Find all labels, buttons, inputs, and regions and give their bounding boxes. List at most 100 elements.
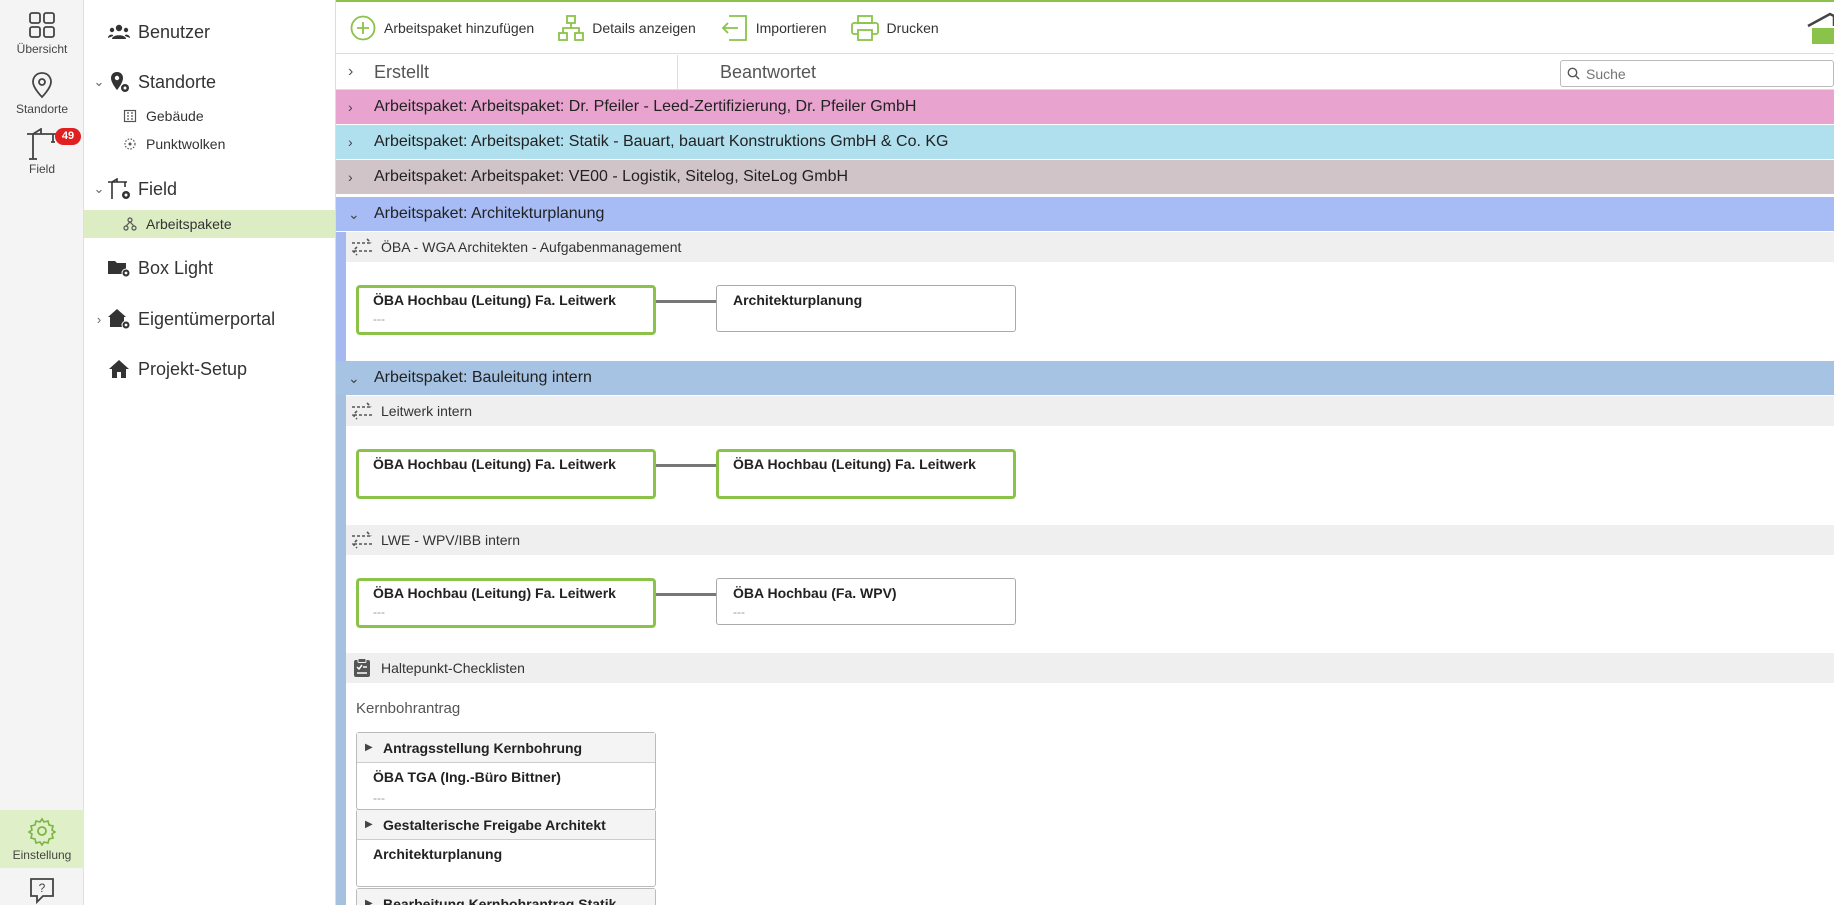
chevron-right-icon[interactable]: › <box>348 169 364 185</box>
main-content: Arbeitspaket hinzufügen Details anzeigen… <box>336 0 1834 905</box>
nav-item-users[interactable]: Benutzer <box>84 14 335 50</box>
checklist-item-assignee: ÖBA TGA (Ing.-Büro Bittner) <box>373 769 561 785</box>
rail-locations[interactable]: Standorte <box>0 70 84 116</box>
nav-item-buildings[interactable]: Gebäude <box>84 102 335 130</box>
nav-item-work-packages[interactable]: Arbeitspakete <box>84 210 335 238</box>
work-package-row[interactable]: › Arbeitspaket: Arbeitspaket: Statik - B… <box>336 125 1834 159</box>
work-package-row[interactable]: › Arbeitspaket: Arbeitspaket: Dr. Pfeile… <box>336 90 1834 124</box>
chevron-down-icon[interactable]: ⌄ <box>348 370 364 387</box>
search-input[interactable] <box>1586 65 1816 82</box>
nav-item-box-light[interactable]: Box Light <box>84 250 335 286</box>
workflow-node-from[interactable]: ÖBA Hochbau (Leitung) Fa. Leitwerk <box>356 449 656 499</box>
checklist-group-label: Kernbohrantrag <box>356 700 461 717</box>
checklist-item-status: --- <box>373 791 385 805</box>
rail-help[interactable]: ? <box>0 876 84 904</box>
show-details-label: Details anzeigen <box>592 19 696 36</box>
nav-sidebar: Benutzer ⌄ Standorte Gebäude Punktwolken… <box>84 0 336 905</box>
chevron-right-icon[interactable]: › <box>348 99 364 115</box>
workflow-node-from[interactable]: ÖBA Hochbau (Leitung) Fa. Leitwerk --- <box>356 578 656 628</box>
hierarchy-icon <box>123 217 137 231</box>
work-package-row[interactable]: › Arbeitspaket: Arbeitspaket: VE00 - Log… <box>336 160 1834 194</box>
nav-point-clouds-label: Punktwolken <box>146 136 226 152</box>
hierarchy-icon <box>558 14 585 41</box>
add-work-package-label: Arbeitspaket hinzufügen <box>384 19 535 36</box>
column-created[interactable]: Erstellt <box>374 54 678 90</box>
nav-item-project-setup[interactable]: Projekt-Setup <box>84 351 335 387</box>
caret-right-icon[interactable]: ▶ <box>365 898 377 905</box>
chevron-right-icon[interactable]: › <box>348 63 364 81</box>
nav-box-light-label: Box Light <box>138 257 214 278</box>
chevron-down-icon[interactable]: ⌄ <box>92 74 106 90</box>
rail-field[interactable]: 49 Field <box>0 128 84 176</box>
caret-right-icon[interactable]: ▶ <box>365 742 377 753</box>
checklist-item[interactable]: ▶ Gestalterische Freigabe Architekt Archi… <box>356 809 656 887</box>
home-icon[interactable] <box>1804 12 1834 44</box>
caret-right-icon[interactable]: ▶ <box>365 819 377 830</box>
workflow-header[interactable]: ÖBA - WGA Architekten - Aufgabenmanageme… <box>346 232 1834 262</box>
checklist-item-title: Gestalterische Freigabe Architekt <box>383 816 606 833</box>
print-button[interactable]: Drucken <box>850 14 939 41</box>
chevron-down-icon[interactable]: ⌄ <box>348 206 364 223</box>
checklist-header[interactable]: Haltepunkt-Checklisten <box>346 653 1834 683</box>
column-answered[interactable]: Beantwortet <box>720 55 816 90</box>
rail-overview[interactable]: Übersicht <box>0 10 84 56</box>
workflow-node-from[interactable]: ÖBA Hochbau (Leitung) Fa. Leitwerk --- <box>356 285 656 335</box>
workflow-header[interactable]: Leitwerk intern <box>346 396 1834 426</box>
work-package-row[interactable]: ⌄ Arbeitspaket: Architekturplanung <box>336 197 1834 231</box>
transfer-icon <box>351 238 372 256</box>
nav-item-field[interactable]: ⌄ Field <box>84 171 335 207</box>
workflow-node-to[interactable]: ÖBA Hochbau (Fa. WPV) --- <box>716 578 1016 625</box>
printer-icon <box>850 14 879 41</box>
node-title: ÖBA Hochbau (Leitung) Fa. Leitwerk <box>733 456 976 472</box>
workflow-connector <box>656 464 716 467</box>
work-package-label: Arbeitspaket: Bauleitung intern <box>374 369 592 386</box>
work-package-row[interactable]: ⌄ Arbeitspaket: Bauleitung intern <box>336 361 1834 395</box>
column-header: › Erstellt Beantwortet <box>336 54 1834 90</box>
node-title: ÖBA Hochbau (Leitung) Fa. Leitwerk <box>373 456 616 472</box>
nav-item-owner-portal[interactable]: › Eigentümerportal <box>84 301 335 337</box>
rail-overview-label: Übersicht <box>16 42 68 56</box>
gear-icon <box>27 817 57 846</box>
icon-rail: Übersicht Standorte 49 Field Einstellung… <box>0 0 84 905</box>
nav-item-locations[interactable]: ⌄ Standorte <box>84 64 335 100</box>
node-status: --- <box>373 605 385 619</box>
checklist-item[interactable]: ▶ Bearbeitung Kernbohrantrag Statik <box>356 888 656 905</box>
building-icon <box>123 109 137 123</box>
workflow-node-to[interactable]: ÖBA Hochbau (Leitung) Fa. Leitwerk <box>716 449 1016 499</box>
group-color-bar <box>336 395 346 905</box>
import-label: Importieren <box>755 19 827 36</box>
import-button[interactable]: Importieren <box>720 14 827 41</box>
rail-settings[interactable]: Einstellung <box>0 810 84 868</box>
search-box[interactable] <box>1560 60 1834 87</box>
node-status: --- <box>733 605 745 619</box>
point-cloud-icon <box>124 138 136 150</box>
transfer-icon <box>351 402 372 420</box>
search-icon <box>1567 67 1580 80</box>
node-title: ÖBA Hochbau (Leitung) Fa. Leitwerk <box>373 292 616 308</box>
show-details-button[interactable]: Details anzeigen <box>558 14 696 41</box>
group-color-bar <box>336 232 346 362</box>
add-work-package-button[interactable]: Arbeitspaket hinzufügen <box>350 15 534 41</box>
folder-settings-icon <box>108 261 131 278</box>
work-package-label: Arbeitspaket: Arbeitspaket: Dr. Pfeiler … <box>374 98 917 115</box>
workflow-node-to[interactable]: Architekturplanung <box>716 285 1016 332</box>
nav-work-packages-label: Arbeitspakete <box>146 216 232 232</box>
help-icon: ? <box>30 878 54 904</box>
workflow-header[interactable]: LWE - WPV/IBB intern <box>346 525 1834 555</box>
checklist-item[interactable]: ▶ Antragsstellung Kernbohrung ÖBA TGA (In… <box>356 732 656 810</box>
chevron-right-icon[interactable]: › <box>348 134 364 150</box>
checklist-item-title: Antragsstellung Kernbohrung <box>383 739 583 756</box>
home-icon <box>109 360 129 378</box>
chevron-down-icon[interactable]: ⌄ <box>92 181 106 197</box>
node-title: Architekturplanung <box>733 292 863 308</box>
clipboard-check-icon <box>354 658 370 677</box>
work-package-label: Arbeitspaket: Arbeitspaket: Statik - Bau… <box>374 133 949 150</box>
nav-users-label: Benutzer <box>138 21 211 42</box>
chevron-right-icon[interactable]: › <box>92 312 106 327</box>
nav-field-label: Field <box>138 178 178 199</box>
svg-text:?: ? <box>39 881 46 895</box>
workflow-title: Leitwerk intern <box>381 403 473 419</box>
checklist-item-assignee: Architekturplanung <box>373 846 503 862</box>
crane-icon <box>27 128 57 160</box>
nav-item-point-clouds[interactable]: Punktwolken <box>84 130 335 158</box>
